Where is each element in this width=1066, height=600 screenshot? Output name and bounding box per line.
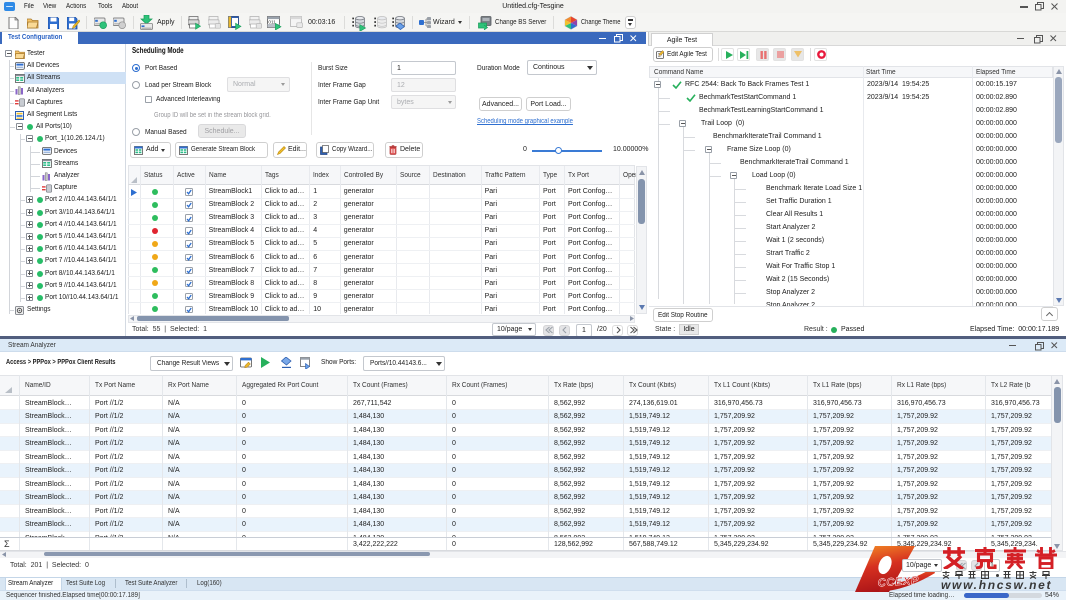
- svg-text:CCEXP: CCEXP: [877, 575, 919, 590]
- svg-text:011: 011: [268, 20, 276, 25]
